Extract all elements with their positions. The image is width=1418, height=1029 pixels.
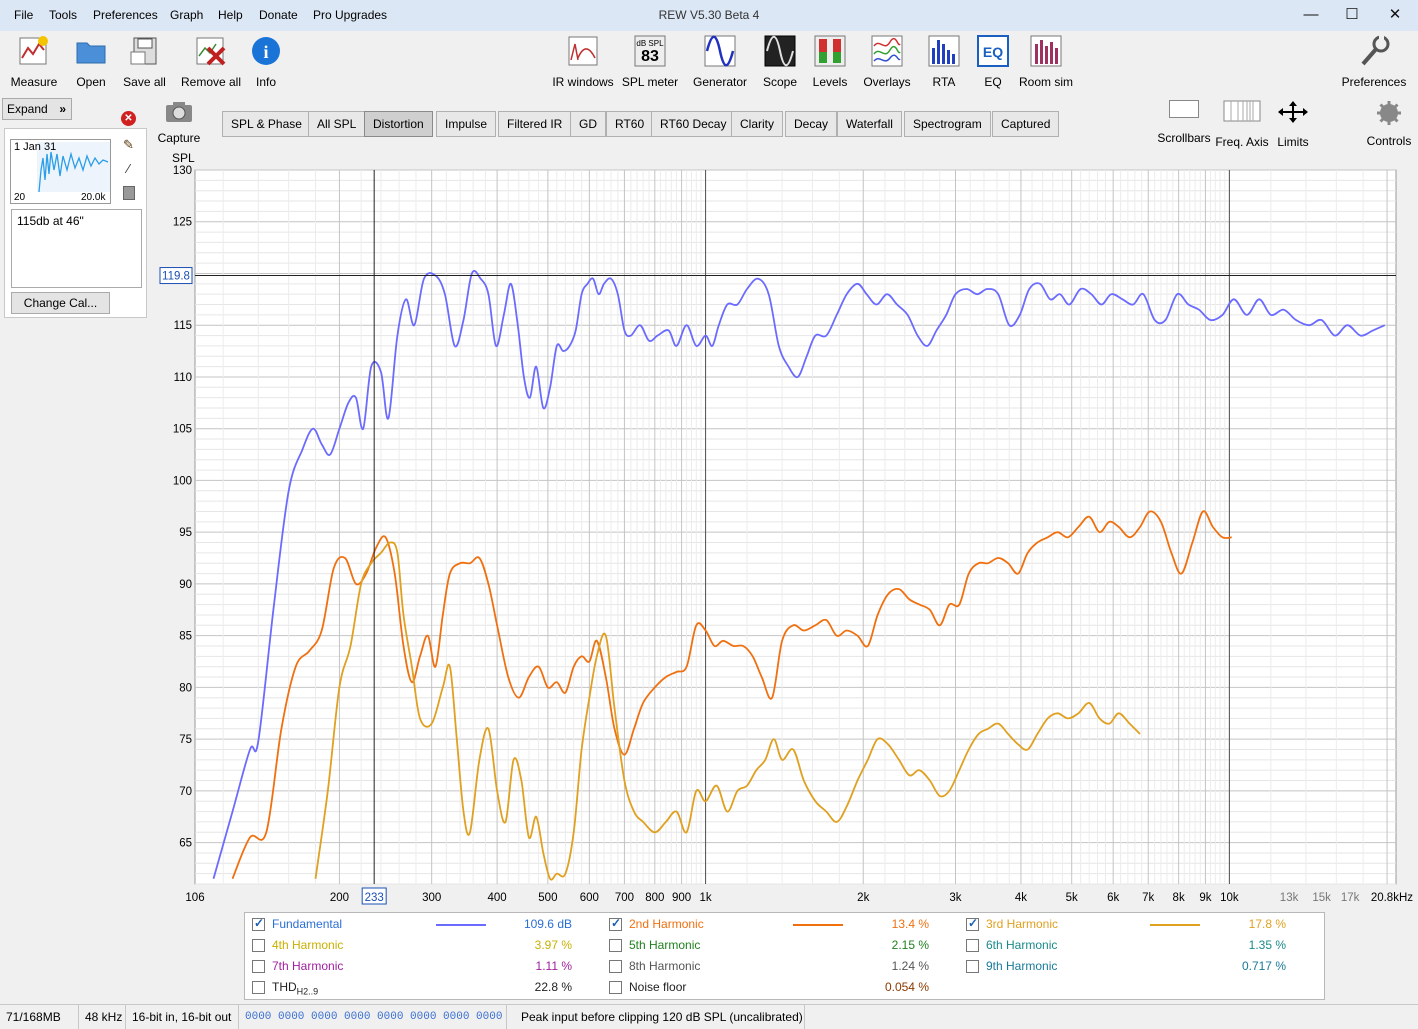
legend-3rd-harmonic-checkbox[interactable] bbox=[966, 916, 979, 931]
legend-5th-harmonic-checkbox[interactable] bbox=[609, 939, 622, 952]
legend-fundamental-value: 109.6 dB bbox=[523, 917, 572, 931]
y-tick-label: 130 bbox=[173, 165, 192, 177]
y-tick-label: 100 bbox=[173, 475, 192, 487]
x-tick-label: 1k bbox=[699, 892, 711, 904]
legend-9th-harmonic-checkbox[interactable] bbox=[966, 960, 979, 973]
status-memory: 71/168MB bbox=[0, 1005, 79, 1029]
legend-2nd-harmonic-swatch bbox=[793, 924, 843, 926]
legend-thd-checkbox[interactable] bbox=[252, 981, 265, 994]
x-tick-label: 600 bbox=[580, 892, 599, 904]
x-tick-label: 700 bbox=[615, 892, 634, 904]
x-tick-label: 400 bbox=[488, 892, 507, 904]
legend-2nd-harmonic-value: 13.4 % bbox=[891, 917, 929, 931]
x-tick-label: 17k bbox=[1341, 892, 1360, 904]
x-tick-label: 2k bbox=[857, 892, 869, 904]
legend-3rd-harmonic-swatch bbox=[1150, 924, 1200, 926]
status-io-bits: 0000 0000 0000 0000 0000 0000 0000 0000 bbox=[239, 1005, 507, 1029]
legend-8th-harmonic-value: 1.24 % bbox=[891, 959, 929, 973]
x-tick-label: 500 bbox=[538, 892, 557, 904]
x-tick-label: 10k bbox=[1220, 892, 1239, 904]
legend-thd-value: 22.8 % bbox=[534, 980, 572, 994]
legend-6th-harmonic-value: 1.35 % bbox=[1248, 938, 1286, 952]
legend-9th-harmonic-label: 9th Harmonic bbox=[986, 959, 1058, 973]
distortion-chart[interactable]: 1301251201151101051009590858075706510620… bbox=[0, 0, 1418, 910]
y-tick-label: 115 bbox=[174, 320, 192, 332]
legend-4th-harmonic-checkbox[interactable] bbox=[252, 939, 265, 952]
x-tick-label: 9k bbox=[1199, 892, 1211, 904]
status-sample-rate: 48 kHz bbox=[79, 1005, 126, 1029]
legend-4th-harmonic-label: 4th Harmonic bbox=[272, 938, 344, 952]
legend-3rd-harmonic-label: 3rd Harmonic bbox=[986, 917, 1059, 931]
legend-thd-subscript: H2..9 bbox=[296, 986, 319, 997]
x-tick-label: 4k bbox=[1015, 892, 1027, 904]
legend-7th-harmonic-value: 1.11 % bbox=[535, 959, 572, 973]
y-tick-label: 65 bbox=[179, 838, 192, 850]
x-tick-label: 20.8kHz bbox=[1371, 892, 1413, 904]
legend-fundamental-label: Fundamental bbox=[272, 917, 343, 931]
legend-5th-harmonic-value: 2.15 % bbox=[891, 938, 929, 952]
y-tick-label: 105 bbox=[173, 424, 192, 436]
y-tick-label: 90 bbox=[179, 579, 192, 591]
legend-5th-harmonic-label: 5th Harmonic bbox=[629, 938, 701, 952]
legend-noise-floor-checkbox[interactable] bbox=[609, 981, 622, 994]
x-tick-label: 3k bbox=[949, 892, 961, 904]
x-tick-label: 800 bbox=[645, 892, 664, 904]
legend-4th-harmonic-value: 3.97 % bbox=[534, 938, 572, 952]
y-tick-label: 85 bbox=[179, 631, 192, 643]
legend-6th-harmonic-label: 6th Harmonic bbox=[986, 938, 1058, 952]
legend-noise-floor-label: Noise floor bbox=[629, 980, 687, 994]
legend-8th-harmonic-label: 8th Harmonic bbox=[629, 959, 701, 973]
legend-6th-harmonic-checkbox[interactable] bbox=[966, 939, 979, 952]
x-tick-label: 200 bbox=[330, 892, 349, 904]
legend-noise-floor-value: 0.054 % bbox=[884, 980, 929, 994]
cursor-level-label: 119.8 bbox=[162, 271, 190, 283]
x-tick-label: 900 bbox=[672, 892, 691, 904]
x-tick-label: 300 bbox=[422, 892, 441, 904]
legend-7th-harmonic-label: 7th Harmonic bbox=[272, 959, 344, 973]
x-tick-label: 13k bbox=[1280, 892, 1299, 904]
legend-8th-harmonic-checkbox[interactable] bbox=[609, 960, 622, 973]
status-peak-input: Peak input before clipping 120 dB SPL (u… bbox=[515, 1005, 805, 1029]
status-bit-depth: 16-bit in, 16-bit out bbox=[126, 1005, 239, 1029]
x-tick-label: 6k bbox=[1107, 892, 1119, 904]
plot-area bbox=[194, 169, 1397, 885]
x-tick-label: 5k bbox=[1066, 892, 1078, 904]
legend-7th-harmonic-checkbox[interactable] bbox=[252, 960, 265, 973]
legend-9th-harmonic-value: 0.717 % bbox=[1241, 959, 1286, 973]
legend-thd-label: THDH2..9 bbox=[272, 980, 319, 997]
legend-3rd-harmonic-value: 17.8 % bbox=[1248, 917, 1286, 931]
x-tick-label: 8k bbox=[1173, 892, 1185, 904]
cursor-freq-label: 233 bbox=[365, 892, 384, 904]
y-tick-label: 70 bbox=[179, 786, 192, 798]
y-tick-label: 95 bbox=[179, 527, 192, 539]
legend-2nd-harmonic-label: 2nd Harmonic bbox=[629, 917, 704, 931]
x-tick-label: 7k bbox=[1142, 892, 1154, 904]
x-tick-label: 106 bbox=[185, 892, 204, 904]
legend-fundamental-checkbox[interactable] bbox=[252, 916, 265, 931]
x-tick-label: 15k bbox=[1312, 892, 1331, 904]
y-tick-label: 80 bbox=[179, 682, 192, 694]
y-tick-label: 110 bbox=[174, 372, 192, 384]
y-tick-label: 75 bbox=[179, 734, 192, 746]
legend-2nd-harmonic-checkbox[interactable] bbox=[609, 916, 622, 931]
legend-fundamental-swatch bbox=[436, 924, 486, 926]
y-tick-label: 125 bbox=[173, 217, 192, 229]
